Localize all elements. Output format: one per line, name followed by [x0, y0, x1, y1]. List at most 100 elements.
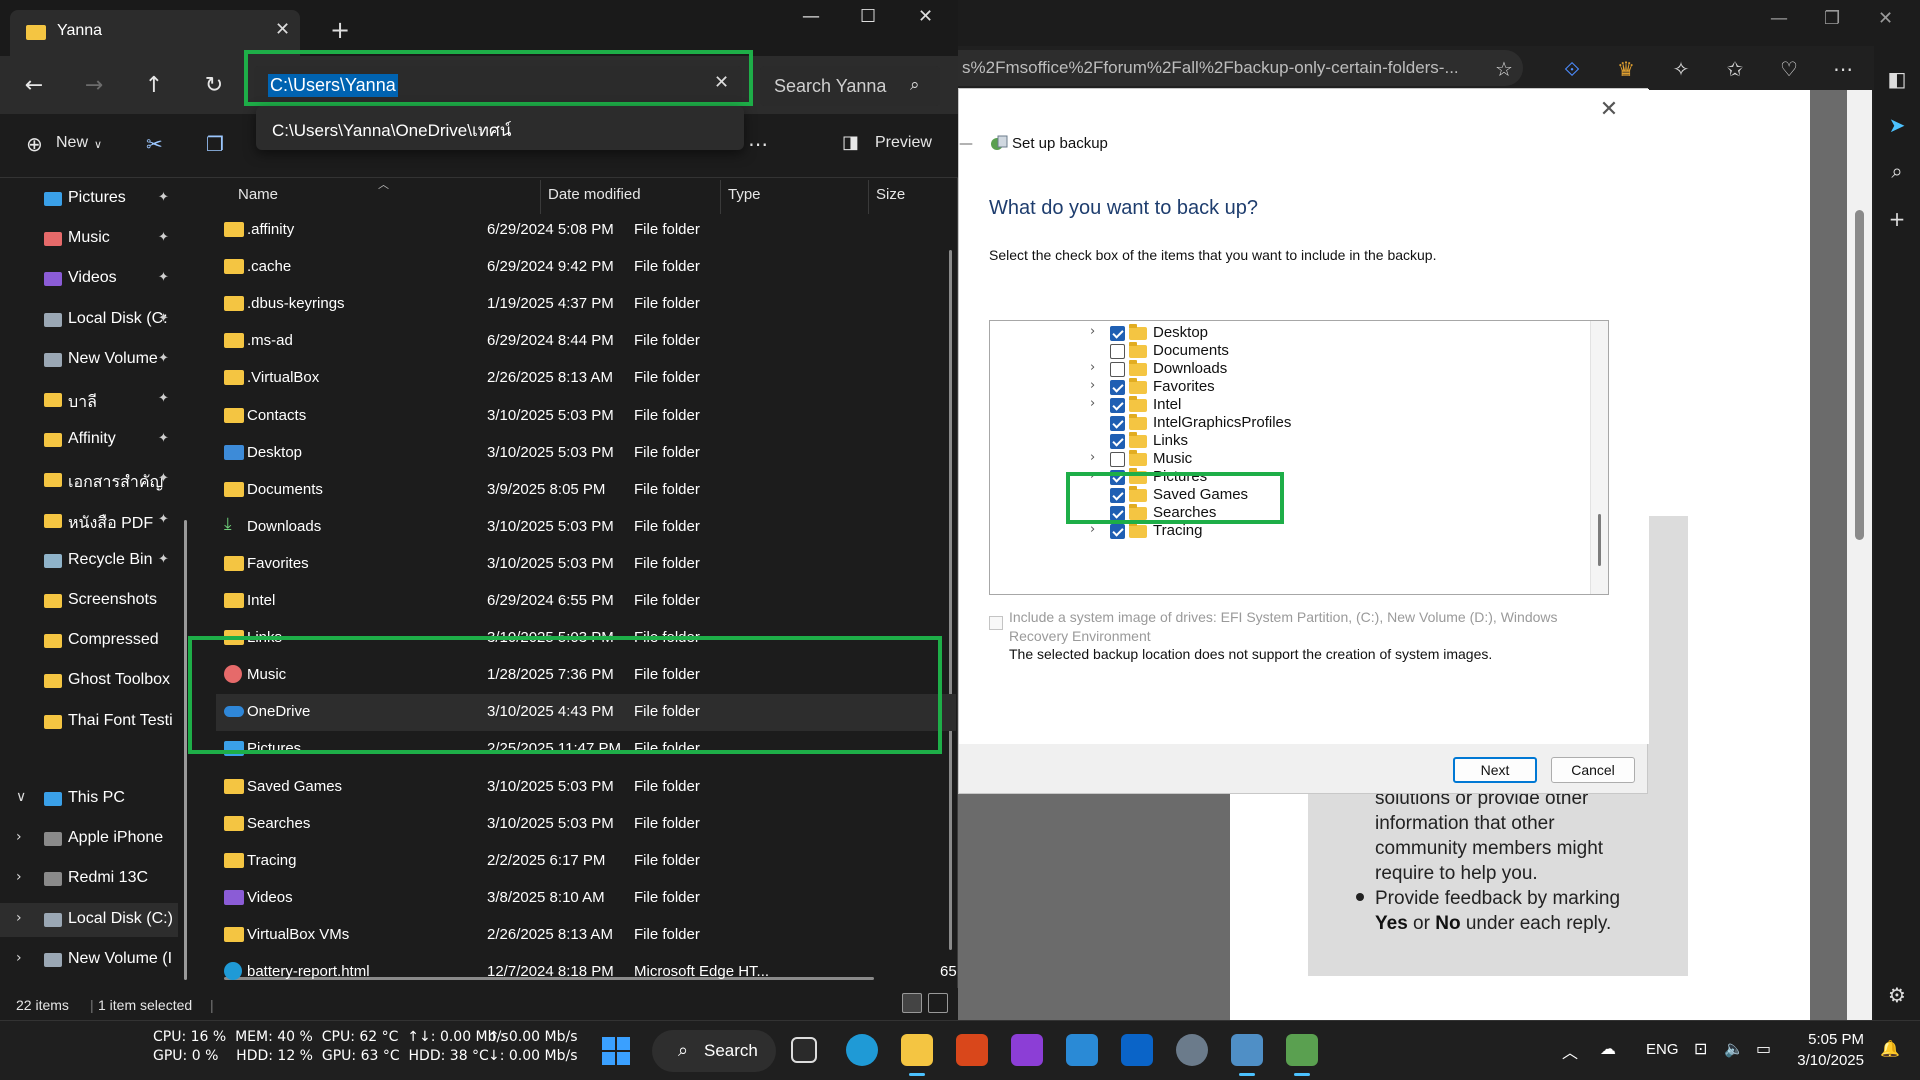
onedrive-icon[interactable]: ☁	[1600, 1039, 1616, 1058]
tree-item-checkbox[interactable]	[1110, 326, 1125, 341]
network-icon[interactable]: ⊡	[1694, 1039, 1707, 1058]
outlook-icon[interactable]	[1121, 1034, 1153, 1066]
new-tab-icon[interactable]: +	[330, 16, 350, 44]
tab-close-icon[interactable]: ✕	[275, 19, 290, 40]
chevron-up-icon[interactable]: ︿	[1562, 1039, 1578, 1063]
tree-item-checkbox[interactable]	[1110, 398, 1125, 413]
notification-bell-icon[interactable]: 🔔	[1880, 1039, 1900, 1058]
task-view-icon[interactable]	[791, 1037, 817, 1063]
file-row[interactable]: Saved Games 3/10/2025 5:03 PM File folder	[216, 769, 956, 806]
sidebar-item[interactable]: Videos ✦	[0, 262, 178, 296]
chevron-icon[interactable]: ›	[16, 910, 22, 926]
column-size[interactable]: Size	[876, 186, 905, 203]
file-row[interactable]: Contacts 3/10/2025 5:03 PM File folder	[216, 398, 956, 435]
search-icon[interactable]: ⌕	[1884, 158, 1910, 184]
cut-icon[interactable]: ✂	[146, 132, 163, 156]
back-arrow-icon[interactable]: —	[959, 136, 973, 152]
column-divider[interactable]	[720, 180, 721, 214]
rewards-icon[interactable]: ♛	[1613, 56, 1639, 82]
file-row[interactable]: Intel 6/29/2024 6:55 PM File folder	[216, 583, 956, 620]
settings-icon[interactable]	[1176, 1034, 1208, 1066]
chevron-right-icon[interactable]: ›	[1090, 396, 1102, 411]
browser-address-bar[interactable]: s%2Fmsoffice%2Fforum%2Fall%2Fbackup-only…	[958, 50, 1523, 86]
favorites-icon[interactable]: ✩	[1722, 56, 1748, 82]
copilot-icon[interactable]: ⟐	[1559, 56, 1585, 82]
battery-icon[interactable]: ▭	[1756, 1039, 1771, 1058]
tree-item-checkbox[interactable]	[1110, 416, 1125, 431]
sidebar-item[interactable]: Ghost Toolbox	[0, 664, 178, 698]
taskbar-search[interactable]: ⌕ Search	[652, 1030, 776, 1072]
favorite-star-icon[interactable]: ☆	[1491, 56, 1517, 82]
browser-essentials-icon[interactable]: ♡	[1776, 56, 1802, 82]
start-button[interactable]	[602, 1037, 630, 1065]
clock[interactable]: 5:05 PM 3/10/2025	[1794, 1029, 1864, 1071]
details-view-icon[interactable]	[902, 993, 922, 1013]
language-indicator[interactable]: ENG	[1646, 1041, 1679, 1058]
file-row[interactable]: Videos 3/8/2025 8:10 AM File folder	[216, 880, 956, 917]
add-icon[interactable]: ⊕	[26, 132, 43, 156]
back-arrow-icon[interactable]: ←	[16, 68, 52, 104]
affinity-photo-icon[interactable]	[1011, 1034, 1043, 1066]
tree-item-checkbox[interactable]	[1110, 452, 1125, 467]
tree-scroll-thumb[interactable]	[1598, 514, 1601, 566]
up-arrow-icon[interactable]: ↑	[136, 68, 172, 104]
restore-icon[interactable]: ❐	[1824, 8, 1840, 29]
tiles-view-icon[interactable]	[928, 993, 948, 1013]
affinity-publisher-icon[interactable]	[956, 1034, 988, 1066]
column-divider[interactable]	[540, 180, 541, 214]
tree-item-checkbox[interactable]	[1110, 362, 1125, 377]
column-type[interactable]: Type	[728, 186, 761, 203]
sidebar-tree-item[interactable]: ∨ This PC	[0, 782, 178, 816]
sidebar-item[interactable]: Affinity ✦	[0, 423, 178, 457]
sidebar-tree-item[interactable]: › Apple iPhone	[0, 822, 178, 856]
sidebar-item[interactable]: New Volume ✦	[0, 343, 178, 377]
file-row[interactable]: .VirtualBox 2/26/2025 8:13 AM File folder	[216, 360, 956, 397]
close-icon[interactable]: ✕	[918, 6, 933, 27]
file-explorer-icon[interactable]	[901, 1034, 933, 1076]
suggestion-text[interactable]: C:\Users\Yanna\OneDrive\เทศน์	[272, 117, 511, 144]
tree-item-checkbox[interactable]	[1110, 434, 1125, 449]
sidebar-item[interactable]: บาลี ✦	[0, 383, 178, 417]
file-row[interactable]: VirtualBox VMs 2/26/2025 8:13 AM File fold…	[216, 917, 956, 954]
sidebar-tree-item[interactable]: › Redmi 13C	[0, 862, 178, 896]
chevron-icon[interactable]: ∨	[16, 789, 26, 805]
copy-icon[interactable]: ❐	[206, 132, 224, 156]
sidebar-item[interactable]: Recycle Bin ✦	[0, 544, 178, 578]
telegram-icon[interactable]: ➤	[1884, 112, 1910, 138]
sidebar-item[interactable]: Screenshots	[0, 584, 178, 618]
sidebar-item[interactable]: Pictures ✦	[0, 182, 178, 216]
file-row[interactable]: .affinity 6/29/2024 5:08 PM File folder	[216, 212, 956, 249]
column-date-modified[interactable]: Date modified	[548, 186, 641, 203]
search-input[interactable]: Search Yanna ⌕	[760, 66, 940, 106]
gear-icon[interactable]: ⚙	[1884, 982, 1910, 1008]
search-icon[interactable]: ⌕	[910, 75, 920, 95]
chevron-icon[interactable]: ›	[16, 869, 22, 885]
sidebar-item[interactable]: Music ✦	[0, 222, 178, 256]
system-image-checkbox[interactable]	[989, 616, 1003, 630]
file-row[interactable]: .cache 6/29/2024 9:42 PM File folder	[216, 249, 956, 286]
file-row[interactable]: Desktop 3/10/2025 5:03 PM File folder	[216, 435, 956, 472]
chevron-right-icon[interactable]: ›	[1090, 324, 1102, 339]
dialog-close-icon[interactable]: ✕	[1589, 95, 1629, 125]
add-icon[interactable]: +	[1884, 206, 1910, 232]
sidebar-tree-item[interactable]: › Local Disk (C:)	[0, 902, 178, 937]
column-divider[interactable]	[868, 180, 869, 214]
tree-item-checkbox[interactable]	[1110, 524, 1125, 539]
control-panel-icon[interactable]	[1231, 1034, 1263, 1076]
navigation-scrollbar[interactable]	[184, 520, 187, 980]
volume-icon[interactable]: 🔈	[1724, 1039, 1744, 1058]
chevron-right-icon[interactable]: ›	[1090, 360, 1102, 375]
refresh-icon[interactable]: ↻	[196, 68, 232, 104]
address-suggestion[interactable]: C:\Users\Yanna\OneDrive\เทศน์	[256, 106, 744, 150]
page-scroll-thumb[interactable]	[1855, 210, 1864, 540]
file-row[interactable]: battery-report.html 12/7/2024 8:18 PM Micr…	[216, 954, 957, 991]
more-options-icon[interactable]: ⋯	[748, 132, 768, 156]
tree-item-checkbox[interactable]	[1110, 380, 1125, 395]
extensions-icon[interactable]: ✧	[1668, 56, 1694, 82]
sidebar-tree-item[interactable]: › New Volume (I	[0, 943, 178, 977]
sidebar-toggle-icon[interactable]: ◧	[1884, 66, 1910, 92]
tree-item-checkbox[interactable]	[1110, 344, 1125, 359]
sidebar-item[interactable]: Compressed	[0, 624, 178, 658]
preview-pane-icon[interactable]: ◨	[842, 132, 859, 153]
next-button[interactable]: Next	[1453, 757, 1537, 783]
